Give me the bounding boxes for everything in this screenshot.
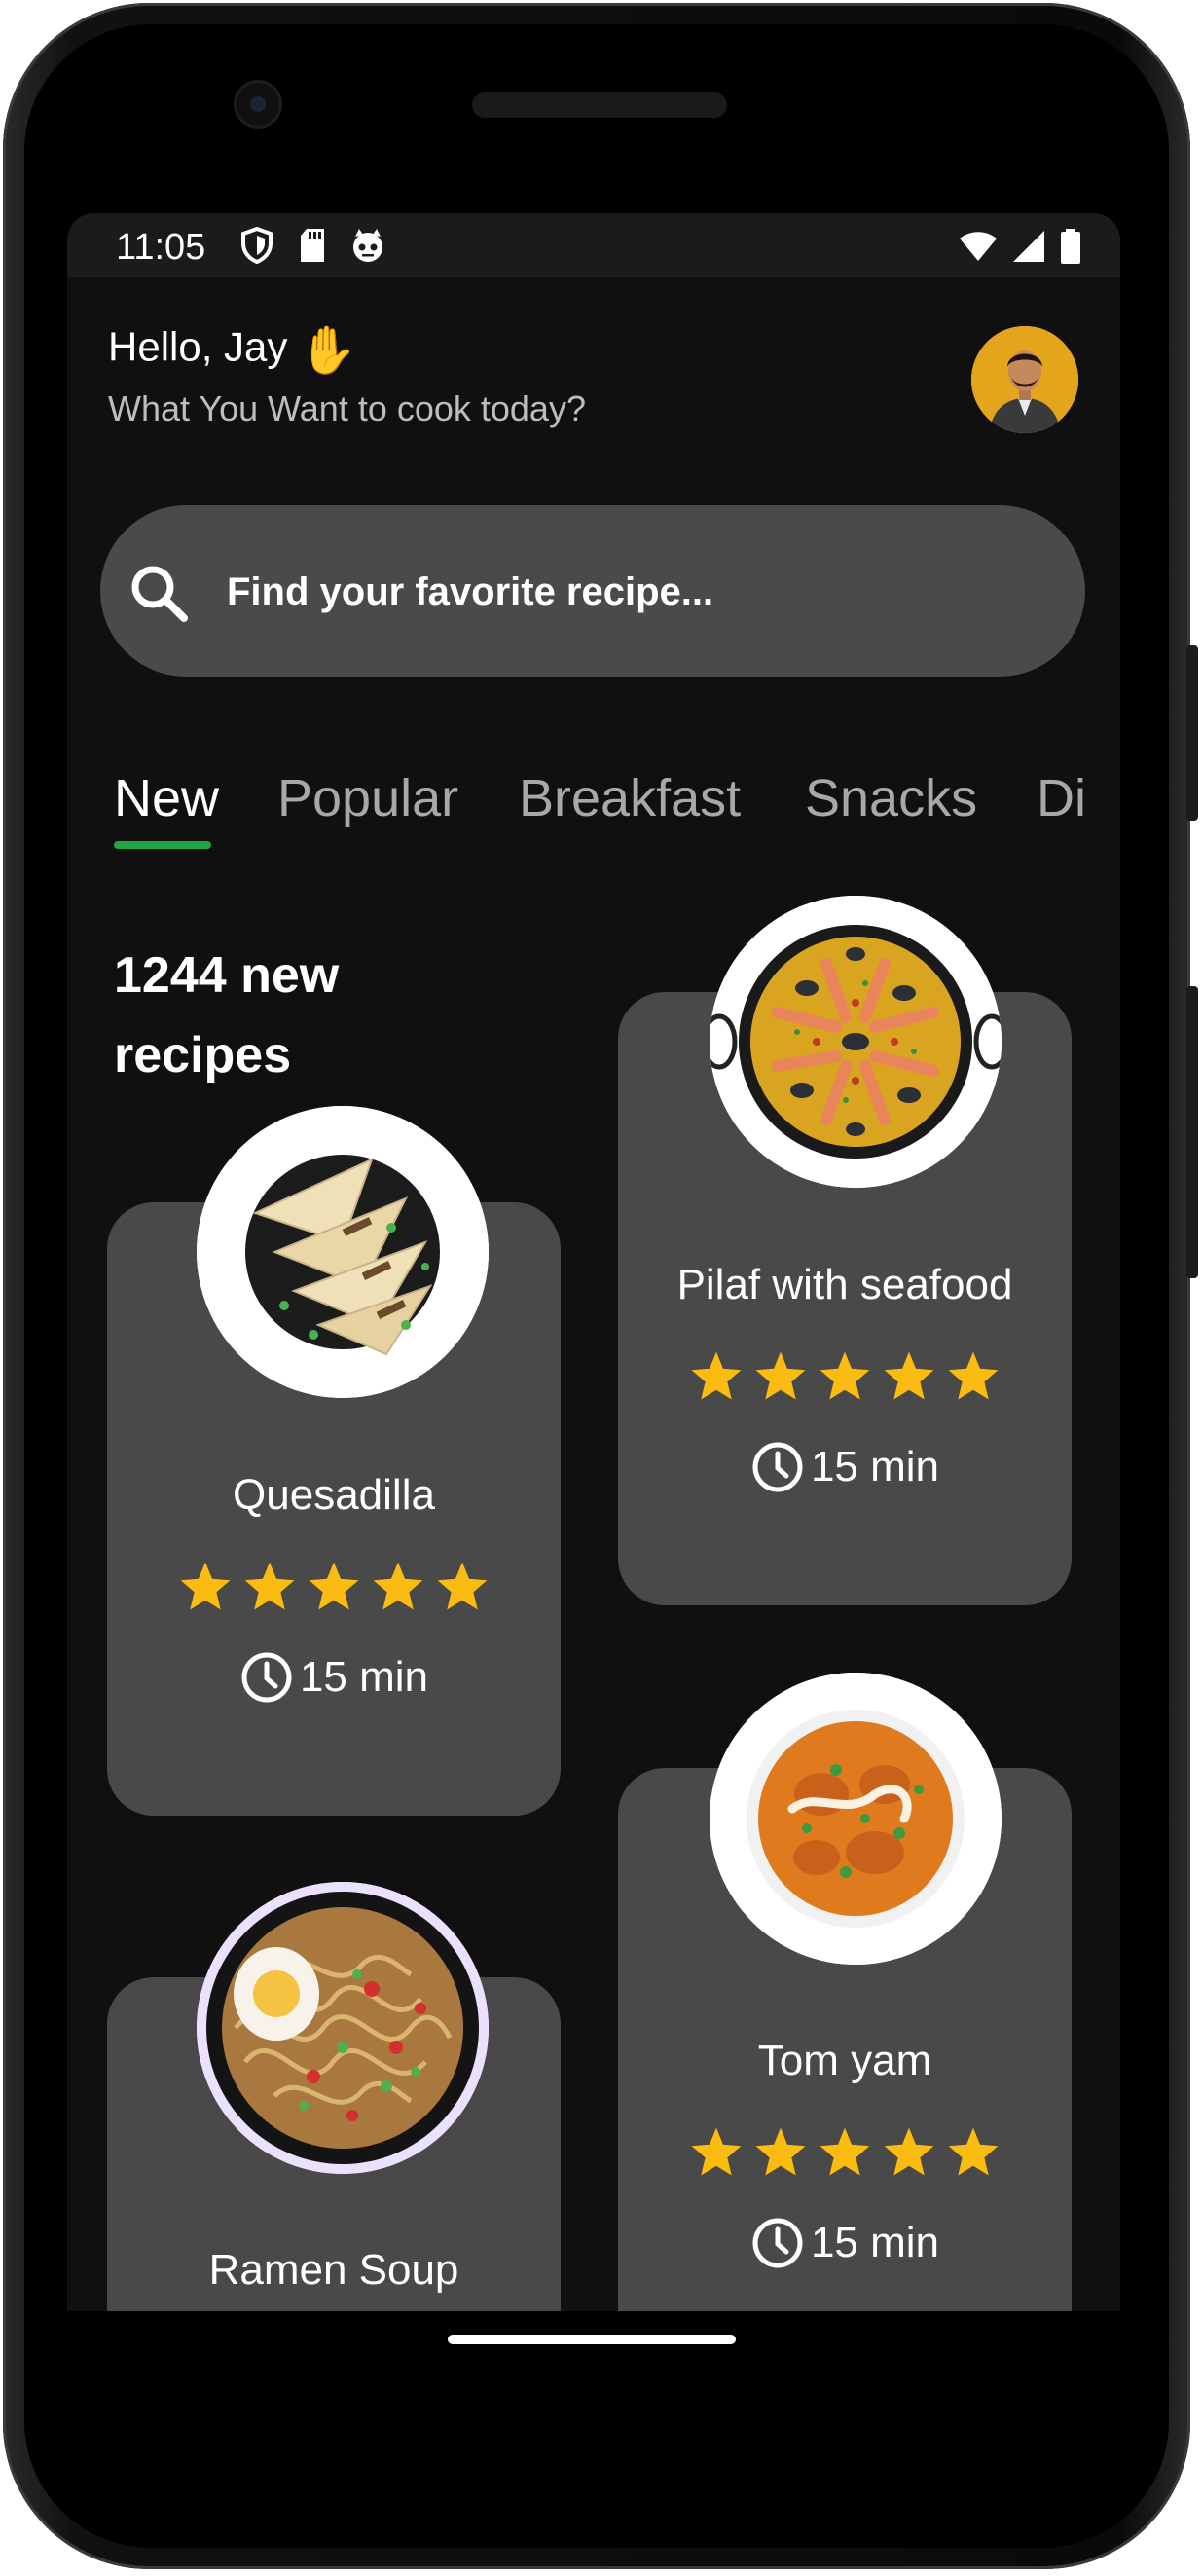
clock-icon: [241, 1652, 292, 1703]
ramen-image: [197, 1882, 489, 2174]
star-icon: [884, 1351, 934, 1400]
status-time: 11:05: [116, 227, 206, 268]
cook-time: 15 min: [107, 1650, 561, 1705]
battery-icon: [1061, 229, 1080, 264]
rating-stars: [618, 2124, 1072, 2181]
star-icon: [820, 1351, 870, 1400]
cook-time-text: 15 min: [810, 1443, 940, 1490]
star-icon: [755, 1351, 806, 1400]
star-icon: [437, 1562, 488, 1610]
cook-time: 15 min: [618, 1440, 1072, 1494]
status-right-icons: [959, 229, 1081, 264]
recipe-image-ramen: [197, 1882, 489, 2174]
recipe-name: Quesadilla: [233, 1471, 435, 1519]
star-icon: [691, 1351, 742, 1400]
search-input[interactable]: [225, 505, 1056, 679]
search-icon: [131, 566, 188, 622]
star-icon: [755, 2127, 806, 2176]
star-icon: [244, 1562, 295, 1610]
screen-bottom-edge: [67, 2311, 1120, 2313]
sd-card-icon: [301, 229, 324, 262]
app-notification-icon: [353, 229, 382, 262]
rating-stars: [618, 1348, 1072, 1405]
pilaf-image: [710, 896, 1002, 1188]
avatar[interactable]: [971, 326, 1078, 433]
earpiece-speaker: [472, 92, 727, 118]
user-photo: [971, 326, 1078, 433]
shield-icon: [241, 227, 273, 264]
tab-dinner[interactable]: Di: [1037, 768, 1086, 828]
recipe-image-tom-yam: [710, 1673, 1002, 1965]
tab-popular[interactable]: Popular: [277, 768, 458, 828]
star-icon: [948, 2127, 999, 2176]
tab-snacks[interactable]: Snacks: [805, 768, 977, 828]
app-screen: 11:05 Hello, Jay ✋ What You Want to cook …: [67, 213, 1120, 2311]
waving-hand-icon: ✋: [299, 325, 358, 377]
recipe-name: Pilaf with seafood: [676, 1261, 1013, 1308]
greeting-subtitle: What You Want to cook today?: [108, 388, 586, 428]
star-icon: [373, 1562, 423, 1610]
star-icon: [820, 2127, 870, 2176]
clock-icon: [752, 1442, 803, 1492]
rating-stars: [107, 1559, 561, 1615]
star-icon: [948, 1351, 999, 1400]
gesture-bar[interactable]: [448, 2335, 736, 2344]
wifi-icon: [960, 232, 997, 261]
clock-icon: [752, 2218, 803, 2268]
search-bar[interactable]: [100, 505, 1085, 679]
new-recipes-count: 1244 new recipes: [114, 947, 340, 1084]
active-tab-indicator: [114, 841, 211, 849]
status-bar: 11:05: [67, 213, 1120, 277]
greeting-text: Hello, Jay: [108, 323, 288, 370]
recipe-name: Tom yam: [757, 2037, 932, 2084]
tom-yam-image: [710, 1673, 1002, 1965]
tab-breakfast[interactable]: Breakfast: [519, 768, 741, 828]
front-camera: [237, 83, 279, 126]
star-icon: [180, 1562, 231, 1610]
cook-time-text: 15 min: [810, 2219, 940, 2266]
power-button: [1186, 645, 1198, 821]
recipe-name: Ramen Soup: [208, 2246, 459, 2294]
quesadilla-image: [197, 1106, 489, 1398]
volume-button: [1186, 986, 1198, 1278]
cellular-signal-icon: [1013, 231, 1044, 262]
cook-time: 15 min: [618, 2216, 1072, 2270]
star-icon: [691, 2127, 742, 2176]
tab-new[interactable]: New: [114, 768, 219, 828]
greeting: Hello, Jay ✋: [108, 322, 357, 378]
recipe-image-quesadilla: [197, 1106, 489, 1398]
star-icon: [309, 1562, 359, 1610]
star-icon: [884, 2127, 934, 2176]
recipe-image-pilaf: [710, 896, 1002, 1188]
cook-time-text: 15 min: [299, 1653, 429, 1701]
